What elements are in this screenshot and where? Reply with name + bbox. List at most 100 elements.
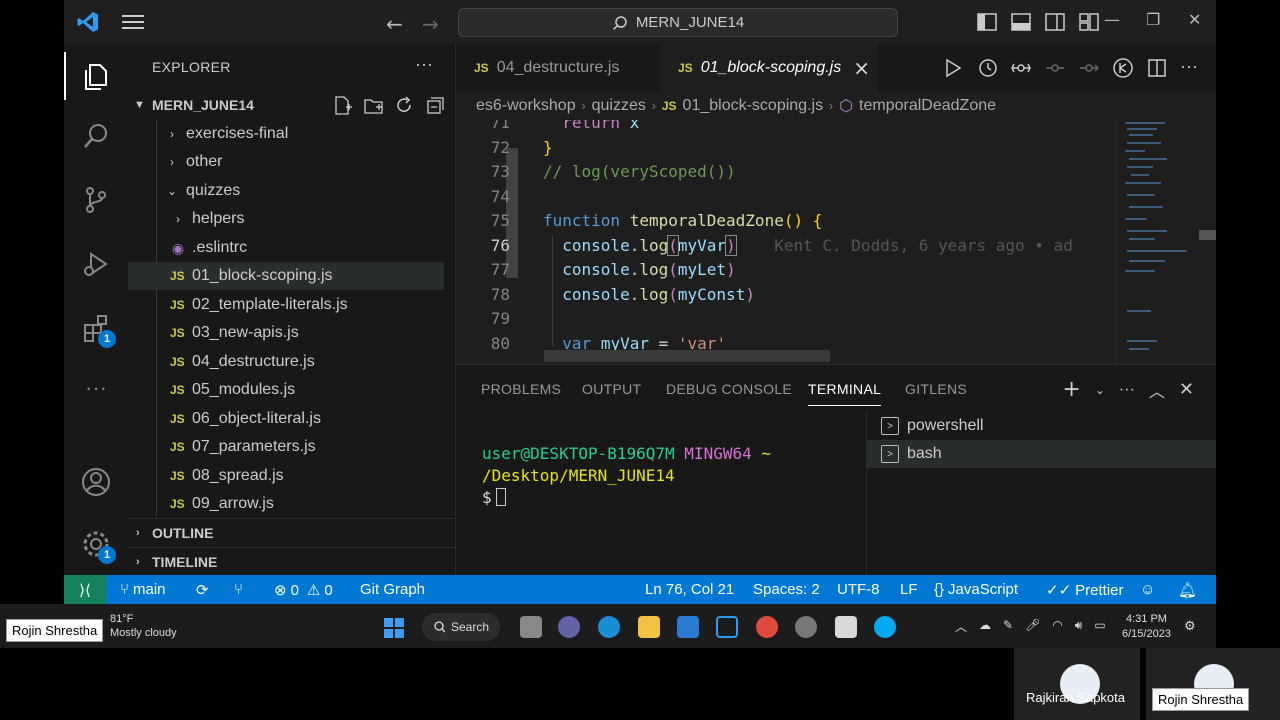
close-panel-icon[interactable]: ✕	[1179, 379, 1194, 400]
maximize-panel-icon[interactable]: ︿	[1149, 378, 1165, 402]
problems-indicator[interactable]: ⊗ 0 ⚠ 0	[274, 581, 333, 600]
tree-folder-quizzes[interactable]: ⌄ quizzes	[128, 177, 444, 205]
tab-problems[interactable]: PROBLEMS	[481, 381, 561, 397]
edge-icon[interactable]	[598, 616, 620, 638]
close-window-button[interactable]: ✕	[1188, 10, 1201, 29]
back-arrow-icon[interactable]: ←	[386, 12, 403, 36]
git-graph-button[interactable]: Git Graph	[360, 581, 425, 598]
new-terminal-icon[interactable]: +	[1062, 377, 1080, 402]
snipping-tool-icon[interactable]	[835, 616, 857, 638]
tree-file-05-modules[interactable]: JS 05_modules.js	[128, 376, 444, 404]
panel-more-icon[interactable]: ···	[1119, 381, 1135, 399]
prettier-status[interactable]: ✓✓ Prettier	[1046, 581, 1124, 600]
terminal-item-powershell[interactable]: > powershell	[867, 412, 1216, 440]
participant-tile[interactable]: Rajkiran Sapkota	[1014, 648, 1140, 720]
windows-start-icon[interactable]	[384, 618, 404, 638]
notification-center-icon[interactable]: ⚙	[1184, 618, 1196, 634]
gitlens-icon[interactable]	[1112, 57, 1134, 79]
vscode-taskbar-icon[interactable]	[716, 616, 738, 638]
taskbar-search[interactable]: Search	[422, 613, 500, 641]
tree-file-06-object-literal[interactable]: JS 06_object-literal.js	[128, 405, 444, 433]
more-activity[interactable]: ···	[64, 360, 128, 416]
onedrive-icon[interactable]: ☁	[979, 618, 991, 635]
timeline-section[interactable]: › TIMELINE	[128, 547, 456, 575]
feedback-button[interactable]: ☺	[1140, 581, 1155, 598]
notifications-button[interactable]: 🔔︎	[1178, 581, 1197, 599]
outline-section[interactable]: › OUTLINE	[128, 518, 456, 546]
battery-icon[interactable]: ▭	[1094, 618, 1105, 635]
hamburger-menu-icon[interactable]	[122, 14, 144, 30]
tab-04-destructure[interactable]: JS 04_destructure.js	[456, 44, 658, 92]
cursor-position[interactable]: Ln 76, Col 21	[645, 581, 734, 598]
encoding[interactable]: UTF-8	[837, 581, 880, 598]
teams-chat-icon[interactable]	[558, 616, 580, 638]
close-tab-icon[interactable]: ×	[853, 56, 870, 80]
tree-file-08-spread[interactable]: JS 08_spread.js	[128, 462, 444, 490]
language-mode[interactable]: {} JavaScript	[934, 581, 1018, 598]
history-icon[interactable]	[976, 57, 998, 79]
tab-01-block-scoping[interactable]: JS 01_block-scoping.js ×	[660, 44, 878, 92]
pen-icon[interactable]: ✎	[1003, 618, 1013, 635]
toggle-panel-icon[interactable]	[1010, 11, 1032, 33]
task-view-icon[interactable]	[520, 616, 542, 638]
volume-icon[interactable]: 🔊︎	[1075, 618, 1083, 635]
file-explorer-icon[interactable]	[638, 616, 660, 638]
chevron-down-icon[interactable]: ⌄	[1095, 383, 1105, 397]
sync-button[interactable]: ⟳	[196, 581, 209, 599]
source-control-activity[interactable]	[64, 172, 128, 228]
chrome-icon[interactable]	[756, 616, 778, 638]
search-activity[interactable]	[64, 108, 128, 164]
tree-file-03-new-apis[interactable]: JS 03_new-apis.js	[128, 319, 444, 347]
breadcrumb-item[interactable]: es6-workshop	[476, 97, 576, 115]
participant-tile[interactable]: Rojin Shrestha	[1146, 648, 1280, 720]
explorer-more-icon[interactable]: ···	[415, 54, 433, 75]
toggle-secondary-sidebar-icon[interactable]	[1044, 11, 1066, 33]
run-debug-activity[interactable]	[64, 236, 128, 292]
tree-file-02-template-literals[interactable]: JS 02_template-literals.js	[128, 291, 444, 319]
toggle-sidebar-icon[interactable]	[976, 11, 998, 33]
skype-icon[interactable]	[874, 616, 896, 638]
refresh-icon[interactable]	[394, 95, 415, 116]
open-changes-icon[interactable]	[1010, 57, 1032, 79]
split-editor-icon[interactable]	[1146, 57, 1168, 79]
tree-folder-exercises-final[interactable]: › exercises-final	[128, 120, 444, 148]
collapse-all-icon[interactable]	[425, 95, 446, 116]
breadcrumb-item[interactable]: quizzes	[592, 97, 646, 115]
customize-layout-icon[interactable]	[1078, 11, 1100, 33]
more-actions-icon[interactable]: ···	[1180, 57, 1198, 79]
run-icon[interactable]	[942, 57, 964, 79]
mail-icon[interactable]	[677, 616, 699, 638]
tree-folder-other[interactable]: › other	[128, 148, 444, 176]
tree-file-09-arrow[interactable]: JS 09_arrow.js	[128, 490, 444, 516]
terminal-output[interactable]: user@DESKTOP-B196Q7M MINGW64 ~ /Desktop/…	[482, 443, 771, 509]
workspace-root[interactable]: ▼ MERN_JUNE14	[128, 92, 456, 118]
new-folder-icon[interactable]	[363, 95, 384, 116]
next-revision-icon[interactable]	[1078, 57, 1100, 79]
breadcrumb-item[interactable]: 01_block-scoping.js	[683, 97, 824, 115]
tree-file-01-block-scoping[interactable]: JS 01_block-scoping.js	[128, 262, 444, 290]
new-file-icon[interactable]	[332, 95, 353, 116]
tab-gitlens[interactable]: GITLENS	[905, 381, 967, 397]
tab-terminal[interactable]: TERMINAL	[808, 381, 882, 406]
tab-output[interactable]: OUTPUT	[582, 381, 641, 397]
publish-button[interactable]: ⑂	[234, 581, 243, 598]
tree-folder-helpers[interactable]: › helpers	[128, 205, 444, 233]
weather-widget[interactable]: 81°F Mostly cloudy	[110, 612, 177, 640]
minimize-button[interactable]: —	[1104, 10, 1120, 29]
line-ending[interactable]: LF	[900, 581, 918, 598]
branch-indicator[interactable]: ⑂ main	[120, 581, 166, 598]
remote-indicator[interactable]: ⟩⟨	[64, 575, 106, 604]
tray-overflow-icon[interactable]: ︿	[955, 618, 967, 635]
wifi-icon[interactable]: ◠	[1052, 618, 1062, 635]
forward-arrow-icon[interactable]: →	[422, 12, 439, 36]
system-clock[interactable]: 4:31 PM 6/15/2023	[1122, 612, 1171, 642]
command-center[interactable]: MERN_JUNE14	[458, 8, 898, 37]
previous-revision-icon[interactable]	[1044, 57, 1066, 79]
minimap[interactable]	[1116, 120, 1216, 364]
editor-horizontal-scrollbar[interactable]	[544, 350, 830, 362]
tree-file-04-destructure[interactable]: JS 04_destructure.js	[128, 348, 444, 376]
manage-activity[interactable]: 1	[64, 516, 128, 572]
tree-file-07-parameters[interactable]: JS 07_parameters.js	[128, 433, 444, 461]
terminal-item-bash[interactable]: > bash	[867, 440, 1216, 468]
code-editor[interactable]: 71 return x 72} 73 // log(veryScoped()) 7…	[456, 120, 1116, 364]
